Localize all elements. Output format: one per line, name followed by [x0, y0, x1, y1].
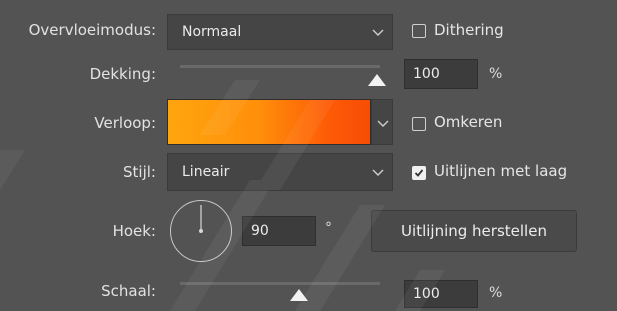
opacity-slider-thumb[interactable]: [367, 73, 387, 87]
chevron-down-icon: [377, 120, 389, 127]
dithering-label: Dithering: [434, 21, 504, 39]
gradient-picker-button[interactable]: [371, 99, 393, 145]
scale-input[interactable]: 100: [404, 280, 478, 308]
reverse-checkbox[interactable]: [412, 117, 426, 131]
style-row: Stijl: Lineair Uitlijnen met laag: [0, 153, 617, 191]
gradient-row: Verloop: Omkeren: [0, 99, 617, 145]
blend-mode-value: Normaal: [182, 24, 242, 40]
scale-label: Schaal:: [101, 282, 156, 300]
style-label: Stijl:: [123, 163, 156, 181]
blend-mode-label: Overvloeimodus:: [28, 21, 156, 39]
chevron-down-icon: [372, 169, 384, 176]
opacity-row: Dekking: 100 %: [0, 55, 617, 91]
opacity-slider-track[interactable]: [180, 65, 380, 68]
checkmark-icon: [414, 169, 424, 177]
style-dropdown[interactable]: Lineair: [167, 153, 393, 191]
angle-indicator-icon: [199, 205, 203, 233]
angle-dial[interactable]: [170, 200, 232, 262]
gradient-label: Verloop:: [94, 114, 156, 132]
align-with-layer-label: Uitlijnen met laag: [434, 162, 568, 180]
opacity-unit: %: [489, 66, 503, 82]
style-value: Lineair: [182, 164, 230, 180]
chevron-down-icon: [372, 29, 384, 36]
scale-value: 100: [413, 286, 440, 302]
blend-mode-row: Overvloeimodus: Normaal Dithering: [0, 14, 617, 50]
dithering-checkbox[interactable]: [412, 24, 426, 38]
scale-row: Schaal: 100 %: [0, 270, 617, 308]
opacity-input[interactable]: 100: [404, 59, 478, 89]
opacity-value: 100: [413, 66, 440, 82]
angle-row: Hoek: 90 ° Uitlijning herstellen: [0, 200, 617, 264]
angle-unit: °: [325, 220, 332, 236]
angle-input[interactable]: 90: [242, 216, 316, 246]
blend-mode-dropdown[interactable]: Normaal: [167, 14, 393, 50]
scale-unit: %: [489, 285, 503, 301]
gradient-preview[interactable]: [167, 99, 371, 145]
reset-alignment-button[interactable]: Uitlijning herstellen: [371, 210, 577, 252]
scale-slider-track[interactable]: [180, 282, 380, 285]
angle-label: Hoek:: [112, 222, 156, 240]
scale-slider-thumb[interactable]: [289, 288, 309, 302]
reverse-label: Omkeren: [434, 113, 503, 131]
angle-value: 90: [251, 223, 269, 239]
align-with-layer-checkbox[interactable]: [412, 166, 426, 180]
opacity-label: Dekking:: [89, 65, 156, 83]
